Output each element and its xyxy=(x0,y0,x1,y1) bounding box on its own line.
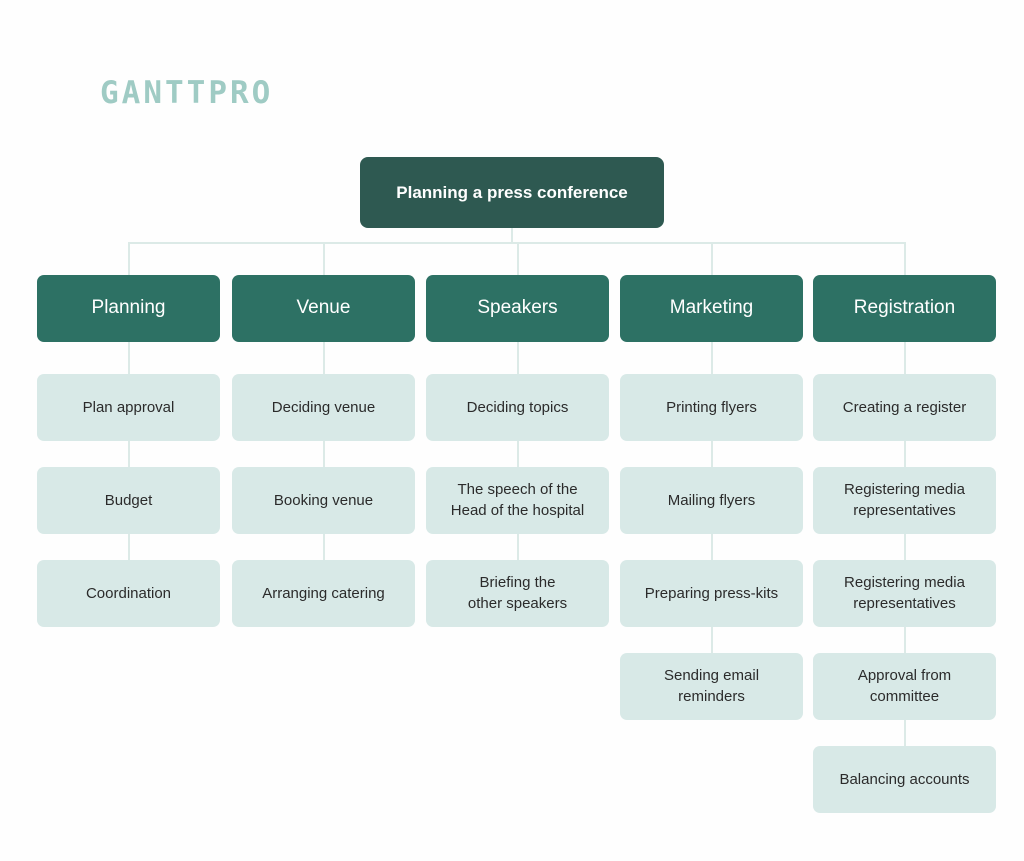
leaf-node-label: Plan approval xyxy=(82,398,175,416)
connector-bus-to-venue xyxy=(322,242,325,275)
leaf-node-label: Mailing flyers xyxy=(667,491,756,509)
leaf-node-speakers-2[interactable]: The speech of the Head of the hospital xyxy=(426,467,609,534)
leaf-node-marketing-2[interactable]: Mailing flyers xyxy=(620,467,803,534)
leaf-node-registration-5[interactable]: Balancing accounts xyxy=(813,746,996,813)
leaf-node-speakers-3[interactable]: Briefing the other speakers xyxy=(426,560,609,627)
leaf-node-planning-1[interactable]: Plan approval xyxy=(37,374,220,441)
diagram-canvas: GANTTPRO Planning a press conference Pla… xyxy=(0,0,1024,861)
connector-bus-to-speakers xyxy=(516,242,519,275)
connector-root-stem xyxy=(511,228,513,243)
leaf-node-venue-2[interactable]: Booking venue xyxy=(232,467,415,534)
leaf-node-label: Creating a register xyxy=(842,398,967,416)
leaf-node-label-line2: representatives xyxy=(853,501,956,519)
leaf-node-venue-3[interactable]: Arranging catering xyxy=(232,560,415,627)
leaf-node-registration-2[interactable]: Registering media representatives xyxy=(813,467,996,534)
leaf-node-label: Registering media representatives xyxy=(844,481,965,519)
leaf-node-venue-1[interactable]: Deciding venue xyxy=(232,374,415,441)
leaf-node-speakers-1[interactable]: Deciding topics xyxy=(426,374,609,441)
leaf-node-label: Booking venue xyxy=(273,491,374,509)
leaf-node-label-line2: reminders xyxy=(678,687,745,705)
leaf-node-label: Registering media representatives xyxy=(844,574,965,612)
leaf-node-label-line2: committee xyxy=(869,687,940,705)
leaf-node-label: Balancing accounts xyxy=(839,770,970,788)
leaf-node-label: Arranging catering xyxy=(262,584,385,602)
ganttpro-logo: GANTTPRO xyxy=(100,75,274,111)
leaf-node-label: Budget xyxy=(104,491,153,509)
leaf-node-marketing-3[interactable]: Preparing press-kits xyxy=(620,560,803,627)
leaf-node-label: Preparing press-kits xyxy=(644,584,779,602)
leaf-node-label: Sending email reminders xyxy=(663,667,760,705)
root-node-label: Planning a press conference xyxy=(396,182,628,202)
leaf-node-registration-4[interactable]: Approval from committee xyxy=(813,653,996,720)
leaf-node-label: Briefing the other speakers xyxy=(467,574,568,612)
leaf-node-label: Approval from committee xyxy=(857,667,952,705)
branch-node-label: Speakers xyxy=(477,297,558,319)
branch-node-planning[interactable]: Planning xyxy=(37,275,220,342)
leaf-node-planning-3[interactable]: Coordination xyxy=(37,560,220,627)
leaf-node-label-line2: other speakers xyxy=(467,594,568,612)
leaf-node-label: Coordination xyxy=(85,584,172,602)
leaf-node-registration-3[interactable]: Registering media representatives xyxy=(813,560,996,627)
connector-bus-to-planning xyxy=(127,242,130,275)
leaf-node-label: The speech of the Head of the hospital xyxy=(450,481,585,519)
leaf-node-registration-1[interactable]: Creating a register xyxy=(813,374,996,441)
connector-bus-to-marketing xyxy=(710,242,713,275)
leaf-node-label-line2: Head of the hospital xyxy=(450,501,585,519)
leaf-node-marketing-1[interactable]: Printing flyers xyxy=(620,374,803,441)
branch-node-label: Venue xyxy=(296,297,351,319)
leaf-node-marketing-4[interactable]: Sending email reminders xyxy=(620,653,803,720)
branch-node-speakers[interactable]: Speakers xyxy=(426,275,609,342)
connector-bus-to-registration xyxy=(903,242,906,275)
branch-node-label: Planning xyxy=(91,297,166,319)
branch-node-label: Registration xyxy=(853,297,956,319)
branch-node-venue[interactable]: Venue xyxy=(232,275,415,342)
leaf-node-planning-2[interactable]: Budget xyxy=(37,467,220,534)
branch-node-registration[interactable]: Registration xyxy=(813,275,996,342)
branch-node-marketing[interactable]: Marketing xyxy=(620,275,803,342)
leaf-node-label-line2: representatives xyxy=(853,594,956,612)
leaf-node-label: Deciding topics xyxy=(466,398,569,416)
root-node[interactable]: Planning a press conference xyxy=(360,157,664,228)
leaf-node-label: Printing flyers xyxy=(666,398,757,416)
branch-node-label: Marketing xyxy=(669,297,754,319)
leaf-node-label: Deciding venue xyxy=(271,398,376,416)
